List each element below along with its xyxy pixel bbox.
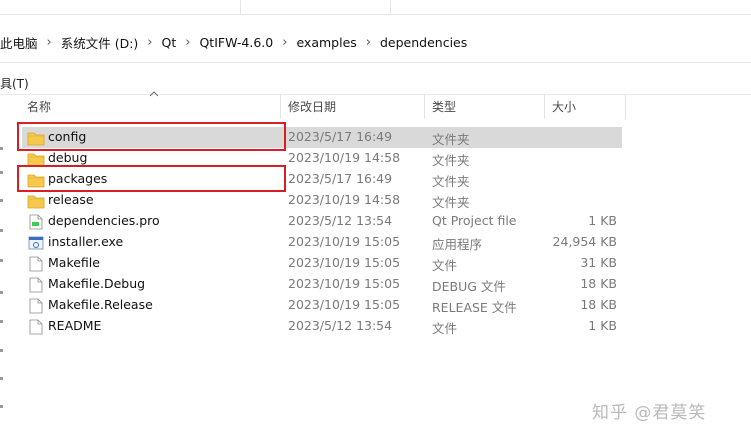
- file-row[interactable]: Makefile.Debug 2023/10/19 15:05 DEBUG 文件…: [0, 274, 751, 295]
- chevron-right-icon: ›: [365, 34, 371, 50]
- window-top-strip: [0, 0, 751, 14]
- column-header-type[interactable]: 类型: [432, 95, 456, 119]
- pro-file-icon: [29, 214, 43, 230]
- file-size: 24,954 KB: [552, 234, 617, 249]
- file-icon: [29, 256, 43, 272]
- chevron-right-icon: ›: [46, 34, 52, 50]
- nav-tree-dot: [0, 405, 3, 408]
- file-date: 2023/10/19 15:05: [288, 276, 401, 291]
- file-type: Qt Project file: [432, 213, 517, 228]
- file-name: dependencies.pro: [48, 213, 160, 228]
- file-row[interactable]: README 2023/5/12 13:54 文件 1 KB: [0, 316, 751, 337]
- file-size: 18 KB: [580, 276, 617, 291]
- nav-tree-dot: [0, 377, 3, 380]
- file-row[interactable]: dependencies.pro 2023/5/12 13:54 Qt Proj…: [0, 211, 751, 232]
- file-type: 文件: [432, 321, 458, 336]
- column-divider[interactable]: [424, 95, 425, 119]
- folder-icon: [27, 195, 45, 209]
- breadcrumb-item[interactable]: dependencies: [380, 35, 467, 50]
- file-date: 2023/5/17 16:49: [288, 171, 393, 186]
- exe-icon: [28, 236, 44, 250]
- address-bar[interactable]: 此电脑 › 系统文件 (D:) › Qt › QtIFW-4.6.0 › exa…: [0, 22, 751, 63]
- file-date: 2023/10/19 15:05: [288, 297, 401, 312]
- chevron-right-icon: ›: [185, 34, 191, 50]
- file-name: README: [48, 318, 102, 333]
- file-size: 1 KB: [588, 213, 617, 228]
- column-header: 名称 修改日期 类型 大小: [0, 91, 751, 119]
- breadcrumb: 此电脑 › 系统文件 (D:) › Qt › QtIFW-4.6.0 › exa…: [0, 22, 467, 62]
- file-name: installer.exe: [48, 234, 124, 249]
- file-size: 31 KB: [580, 255, 617, 270]
- column-header-size[interactable]: 大小: [552, 95, 576, 119]
- chevron-right-icon: ›: [147, 34, 153, 50]
- file-icon: [29, 277, 43, 293]
- column-header-name[interactable]: 名称: [27, 95, 51, 119]
- chevron-right-icon: ›: [282, 34, 288, 50]
- file-type: 文件: [432, 258, 458, 273]
- file-name: Makefile: [48, 255, 100, 270]
- column-divider[interactable]: [544, 95, 545, 119]
- menu-bar: 具(T): [0, 70, 751, 95]
- column-header-date[interactable]: 修改日期: [288, 95, 336, 119]
- breadcrumb-item[interactable]: Qt: [162, 35, 177, 50]
- file-date: 2023/10/19 14:58: [288, 192, 401, 207]
- file-name: debug: [48, 150, 88, 165]
- file-type: DEBUG 文件: [432, 279, 506, 294]
- file-type: 文件夹: [432, 174, 470, 189]
- file-type: RELEASE 文件: [432, 300, 517, 315]
- breadcrumb-item[interactable]: 此电脑: [0, 33, 38, 52]
- menu-tools[interactable]: 具(T): [0, 75, 29, 92]
- file-date: 2023/5/12 13:54: [288, 318, 393, 333]
- file-name: release: [48, 192, 94, 207]
- top-strip-segment: [240, 0, 391, 14]
- breadcrumb-item[interactable]: 系统文件 (D:): [61, 33, 139, 52]
- file-name: Makefile.Release: [48, 297, 153, 312]
- file-name: Makefile.Debug: [48, 276, 146, 291]
- file-row[interactable]: Makefile.Release 2023/10/19 15:05 RELEAS…: [0, 295, 751, 316]
- divider: [0, 14, 751, 15]
- breadcrumb-item[interactable]: QtIFW-4.6.0: [199, 35, 273, 50]
- annotation-highlight-packages: [17, 165, 286, 192]
- file-date: 2023/10/19 14:58: [288, 150, 401, 165]
- top-strip-segment: [0, 0, 241, 14]
- breadcrumb-item[interactable]: examples: [296, 35, 356, 50]
- file-row[interactable]: Makefile 2023/10/19 15:05 文件 31 KB: [0, 253, 751, 274]
- file-type: 应用程序: [432, 237, 483, 252]
- file-row[interactable]: installer.exe 2023/10/19 15:05 应用程序 24,9…: [0, 232, 751, 253]
- file-type: 文件夹: [432, 153, 470, 168]
- watermark: 知乎 @君莫笑: [592, 403, 707, 423]
- file-size: 18 KB: [580, 297, 617, 312]
- annotation-highlight-config: [17, 122, 286, 151]
- file-size: 1 KB: [588, 318, 617, 333]
- file-icon: [29, 298, 43, 314]
- file-date: 2023/10/19 15:05: [288, 234, 401, 249]
- file-date: 2023/10/19 15:05: [288, 255, 401, 270]
- column-divider[interactable]: [625, 95, 626, 119]
- file-date: 2023/5/17 16:49: [288, 129, 393, 144]
- file-type: 文件夹: [432, 132, 470, 147]
- file-row[interactable]: release 2023/10/19 14:58 文件夹: [0, 190, 751, 211]
- file-icon: [29, 319, 43, 335]
- nav-tree-dot: [0, 349, 3, 352]
- file-date: 2023/5/12 13:54: [288, 213, 393, 228]
- column-divider[interactable]: [280, 95, 281, 119]
- file-type: 文件夹: [432, 195, 470, 210]
